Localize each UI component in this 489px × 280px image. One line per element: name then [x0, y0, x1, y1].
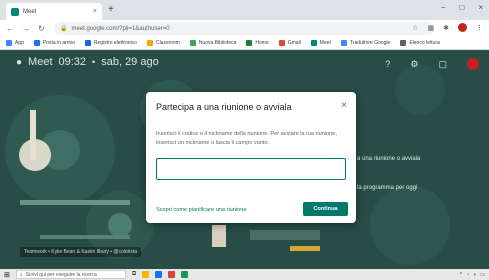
- bookmark-favicon-icon: [84, 40, 91, 46]
- bookmark-label: Nuova Biblioteca: [198, 40, 237, 46]
- bookmark-label: Meet: [319, 40, 331, 46]
- volume-icon[interactable]: ◖: [473, 272, 476, 278]
- bookmark-item[interactable]: Home: [246, 40, 269, 46]
- toolbar-actions: ☆ ▦ ✱ ⋮: [412, 23, 483, 32]
- bookmark-label: Traduttore Google: [349, 40, 391, 46]
- meet-header: ● Meet 09:32 • sab, 29 ago: [16, 56, 159, 68]
- dialog-description: Inserisci il codice o il nickname della …: [156, 131, 337, 146]
- bookmark-favicon-icon: [146, 40, 153, 46]
- bookmark-label: Posta in arrivo: [42, 40, 75, 46]
- taskbar-search-placeholder: Scrivi qui per eseguire la ricerca: [25, 271, 97, 278]
- bookmark-item[interactable]: Elenco lettura: [400, 40, 440, 46]
- photos-icon[interactable]: [181, 271, 189, 278]
- image-credit: Teamwork • Kylie Bean & Kaelin Ilbury • …: [20, 247, 142, 257]
- bookmark-label: Home: [255, 40, 269, 46]
- bookmark-favicon-icon: [189, 40, 196, 46]
- bookmark-favicon-icon: [310, 40, 317, 46]
- bookmarks-bar: App Posta in arrivo Registro elettronico Cl…: [0, 37, 489, 50]
- meet-time: 09:32: [58, 56, 87, 68]
- search-icon: ⌕: [19, 271, 23, 278]
- windows-start-icon[interactable]: ⊞: [4, 271, 10, 279]
- meet-toolbar: ? ⚙ ▢: [385, 58, 479, 70]
- forward-icon[interactable]: →: [22, 24, 30, 33]
- bookmark-favicon-icon: [6, 40, 12, 46]
- meet-date: sab, 29 ago: [101, 56, 159, 68]
- side-text-join: a una riunione o avviala: [357, 156, 421, 162]
- reload-icon[interactable]: ↻: [38, 24, 45, 33]
- bookmark-item[interactable]: Meet: [310, 40, 331, 46]
- settings-icon[interactable]: ⚙: [410, 59, 418, 70]
- window-controls: − □ ×: [441, 3, 483, 12]
- bookmark-label: Gmail: [287, 40, 301, 46]
- back-icon[interactable]: ←: [6, 24, 14, 33]
- dialog-title: Partecipa a una riunione o avviala: [156, 102, 292, 112]
- meet-logo-icon: ●: [16, 56, 23, 68]
- bookmark-label: Classroom: [155, 40, 180, 46]
- store-icon[interactable]: [155, 271, 163, 278]
- bookmark-item[interactable]: App: [6, 40, 24, 46]
- meeting-code-input[interactable]: [156, 158, 346, 180]
- star-icon[interactable]: ☆: [412, 24, 418, 32]
- taskbar-search[interactable]: ⌕ Scrivi qui per eseguire la ricerca: [15, 270, 126, 279]
- close-tab-icon[interactable]: ×: [93, 8, 97, 15]
- new-tab-button[interactable]: +: [108, 4, 114, 15]
- meet-app-name: Meet: [28, 56, 53, 68]
- bookmark-item[interactable]: Classroom: [146, 40, 180, 46]
- bookmark-label: App: [15, 40, 24, 46]
- notifications-icon[interactable]: ▭: [480, 272, 485, 278]
- network-icon[interactable]: ◔: [466, 272, 469, 278]
- learn-schedule-link[interactable]: Scopri come pianificare una riunione: [156, 207, 246, 213]
- windows-taskbar: ⊞ ⌕ Scrivi qui per eseguire la ricerca ⧉…: [0, 269, 489, 280]
- join-meeting-dialog: Partecipa a una riunione o avviala × Ins…: [146, 92, 356, 223]
- task-view-icon[interactable]: ⧉: [132, 271, 136, 278]
- side-text-schedule: la programma per oggi: [357, 185, 418, 191]
- lock-icon[interactable]: 🔒: [60, 25, 67, 32]
- continue-button[interactable]: Continua: [303, 202, 348, 216]
- taskbar-apps: [142, 271, 189, 278]
- tab-title: Meet: [23, 8, 37, 15]
- bookmark-favicon-icon: [33, 40, 40, 46]
- bookmark-item[interactable]: Gmail: [278, 40, 301, 46]
- bookmark-label: Elenco lettura: [409, 40, 440, 46]
- meet-favicon-icon: [11, 7, 19, 16]
- apps-icon[interactable]: ▢: [438, 59, 447, 70]
- profile-avatar-icon[interactable]: [458, 23, 467, 32]
- bookmark-item[interactable]: Traduttore Google: [340, 40, 391, 46]
- bookmark-item[interactable]: Posta in arrivo: [33, 40, 75, 46]
- url-text[interactable]: meet.google.com/?pli=1&authuser=0: [71, 26, 169, 32]
- bookmark-favicon-icon: [340, 40, 347, 46]
- bookmark-item[interactable]: Nuova Biblioteca: [189, 40, 237, 46]
- account-avatar[interactable]: [467, 58, 479, 70]
- chrome-icon[interactable]: [168, 271, 176, 278]
- bookmark-favicon-icon: [278, 40, 285, 46]
- address-bar[interactable]: 🔒 meet.google.com/?pli=1&authuser=0: [54, 22, 434, 35]
- browser-tabstrip: Meet × + − □ ×: [0, 0, 489, 20]
- system-tray: ^ ◔ ◖ ▭: [460, 272, 485, 278]
- close-window-button[interactable]: ×: [478, 3, 483, 12]
- explorer-icon[interactable]: [142, 271, 150, 278]
- tray-up-arrow-icon[interactable]: ^: [460, 272, 462, 278]
- puzzle-icon[interactable]: ✱: [443, 24, 449, 32]
- maximize-button[interactable]: □: [459, 3, 464, 12]
- extensions-icon[interactable]: ▦: [428, 24, 435, 32]
- bookmark-label: Registro elettronico: [93, 40, 137, 46]
- bookmark-item[interactable]: Registro elettronico: [84, 40, 137, 46]
- tab-meet[interactable]: Meet ×: [6, 3, 102, 20]
- minimize-button[interactable]: −: [441, 3, 446, 12]
- menu-icon[interactable]: ⋮: [476, 24, 483, 32]
- close-icon[interactable]: ×: [341, 100, 347, 111]
- support-icon[interactable]: ?: [385, 59, 390, 69]
- meet-separator: •: [92, 57, 96, 67]
- bookmark-favicon-icon: [400, 40, 407, 46]
- bookmark-favicon-icon: [246, 40, 253, 46]
